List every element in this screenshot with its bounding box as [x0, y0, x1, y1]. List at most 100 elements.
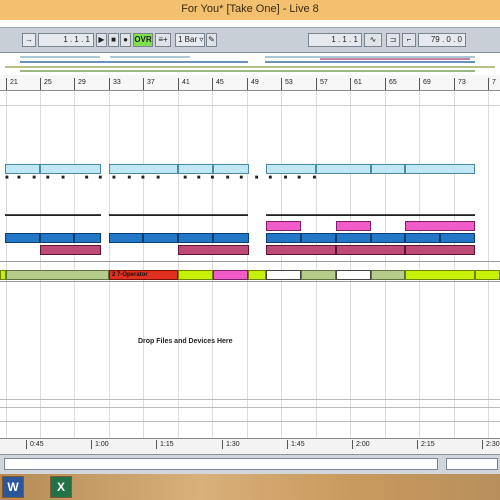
clip-lime[interactable] [248, 270, 266, 280]
loop-curve-icon: ∿ [369, 35, 377, 44]
grid-line [74, 91, 75, 438]
clip-blue[interactable] [371, 233, 405, 243]
clip-pink[interactable] [213, 270, 248, 280]
clip-blue[interactable] [5, 233, 40, 243]
note-markers: ▬▬▬▬▬▬▬▬▬▬▬▬▬▬▬▬▬▬▬▬▬▬▬▬▬▬▬▬▬▬ [109, 212, 248, 218]
quantize-value: 1 Bar [178, 35, 198, 44]
clip-cyan[interactable] [40, 164, 101, 174]
grid-line [385, 91, 386, 438]
clip-cyan[interactable] [316, 164, 371, 174]
grid-line [350, 91, 351, 438]
punch-button[interactable]: ⊐ [386, 33, 400, 47]
play-button[interactable]: ▶ [96, 33, 107, 47]
clip-sage[interactable] [301, 270, 336, 280]
punch-icon: ⊐ [389, 35, 397, 44]
clip-lime[interactable] [405, 270, 475, 280]
clip-sage[interactable] [6, 270, 109, 280]
clip-pink[interactable] [405, 221, 475, 231]
bar-marker: 37 [143, 78, 155, 90]
draw-mode-button[interactable]: ✎ [206, 33, 217, 47]
clip-empty[interactable] [266, 270, 301, 280]
clip-blue[interactable] [336, 233, 371, 243]
clip-blue[interactable] [74, 233, 101, 243]
title-bar: For You* [Take One] - Live 8 [0, 0, 500, 20]
drop-zone-hint: Drop Files and Devices Here [138, 338, 233, 345]
clip-plum[interactable] [336, 245, 405, 255]
bar-marker: 29 [74, 78, 86, 90]
time-ruler[interactable]: 0:45 1:00 1:15 1:30 1:45 2:00 2:15 2:30 [0, 438, 500, 454]
record-icon: ● [123, 35, 128, 44]
clip-blue[interactable] [178, 233, 213, 243]
note-markers: ■ ■ ■ ■ ■ ■ ■ ■ ■ ■ ■ ■ ■ ■ ■ ■ ■ ■ ■ ■ … [5, 175, 317, 181]
clip-pink[interactable] [336, 221, 371, 231]
clip-blue[interactable] [266, 233, 301, 243]
clip-plum[interactable] [266, 245, 336, 255]
grid-line [247, 91, 248, 438]
arrangement-view[interactable]: ■ ■ ■ ■ ■ ■ ■ ■ ■ ■ ■ ■ ■ ■ ■ ■ ■ ■ ■ ■ … [0, 91, 500, 438]
stop-button[interactable]: ■ [108, 33, 119, 47]
bar-marker: 53 [281, 78, 293, 90]
follow-button[interactable]: → [22, 33, 36, 47]
overdub-button[interactable]: OVR [133, 33, 153, 47]
clip-cyan[interactable] [213, 164, 249, 174]
clip-plum[interactable] [405, 245, 475, 255]
song-position-field[interactable]: 1 . 1 . 1 [38, 33, 94, 47]
time-marker: 1:30 [222, 440, 240, 449]
track-separator [0, 407, 500, 408]
clip-cyan[interactable] [109, 164, 178, 174]
quantize-dropdown[interactable]: 1 Bar ▿ [175, 33, 205, 47]
excel-app-icon[interactable]: X [50, 476, 72, 498]
clip-operator[interactable]: 2 7-Operator [109, 270, 178, 280]
clip-blue[interactable] [213, 233, 249, 243]
clip-sage[interactable] [371, 270, 405, 280]
clip-lime[interactable] [178, 270, 213, 280]
bar-ruler[interactable]: 21 25 29 33 37 41 45 49 53 57 61 65 69 7… [0, 75, 500, 91]
clip-plum[interactable] [178, 245, 249, 255]
clip-blue[interactable] [40, 233, 74, 243]
clip-empty[interactable] [336, 270, 371, 280]
loop-start-field[interactable]: 1 . 1 . 1 [308, 33, 362, 47]
detail-scrollbar[interactable] [446, 458, 498, 470]
grid-line [488, 91, 489, 438]
bar-marker: 45 [212, 78, 224, 90]
horizontal-scrollbar[interactable] [4, 458, 438, 470]
metronome-button[interactable]: ⌐ [402, 33, 416, 47]
bar-marker: 61 [350, 78, 362, 90]
clip-pink[interactable] [266, 221, 301, 231]
bar-marker: 7 [488, 78, 496, 90]
clip-blue[interactable] [301, 233, 336, 243]
bar-marker: 33 [109, 78, 121, 90]
note-markers: ▬▬▬▬▬▬▬▬▬▬▬▬▬▬▬▬▬▬▬▬▬▬▬▬▬▬▬▬▬▬▬▬▬▬▬▬▬▬▬▬… [266, 212, 475, 218]
grid-line [178, 91, 179, 438]
clip-plum[interactable] [40, 245, 101, 255]
play-icon: ▶ [98, 35, 105, 44]
clip-blue[interactable] [109, 233, 143, 243]
clip-cyan[interactable] [266, 164, 316, 174]
word-app-icon[interactable]: W [2, 476, 24, 498]
clip-blue[interactable] [440, 233, 475, 243]
clip-cyan[interactable] [178, 164, 213, 174]
clip-lime[interactable] [475, 270, 500, 280]
bar-marker: 21 [6, 78, 18, 90]
track-separator [0, 281, 500, 282]
clip-cyan[interactable] [5, 164, 40, 174]
time-marker: 1:15 [156, 440, 174, 449]
track-separator [0, 261, 500, 262]
clip-blue[interactable] [143, 233, 178, 243]
bar-marker: 65 [385, 78, 397, 90]
bar-marker: 49 [247, 78, 259, 90]
windows-taskbar: W X [0, 474, 500, 500]
overview-strip [5, 56, 495, 72]
window-title: For You* [Take One] - Live 8 [181, 3, 319, 15]
clip-blue[interactable] [405, 233, 440, 243]
automation-arm-button[interactable]: ≡+ [155, 33, 171, 47]
tempo-field[interactable]: 79 . 0 . 0 [418, 33, 466, 47]
time-marker: 2:00 [352, 440, 370, 449]
record-button[interactable]: ● [120, 33, 131, 47]
clip-cyan[interactable] [371, 164, 405, 174]
grid-line [143, 91, 144, 438]
arrangement-overview[interactable] [0, 53, 500, 76]
bar-marker: 41 [178, 78, 190, 90]
loop-switch[interactable]: ∿ [364, 33, 382, 47]
clip-cyan[interactable] [405, 164, 475, 174]
